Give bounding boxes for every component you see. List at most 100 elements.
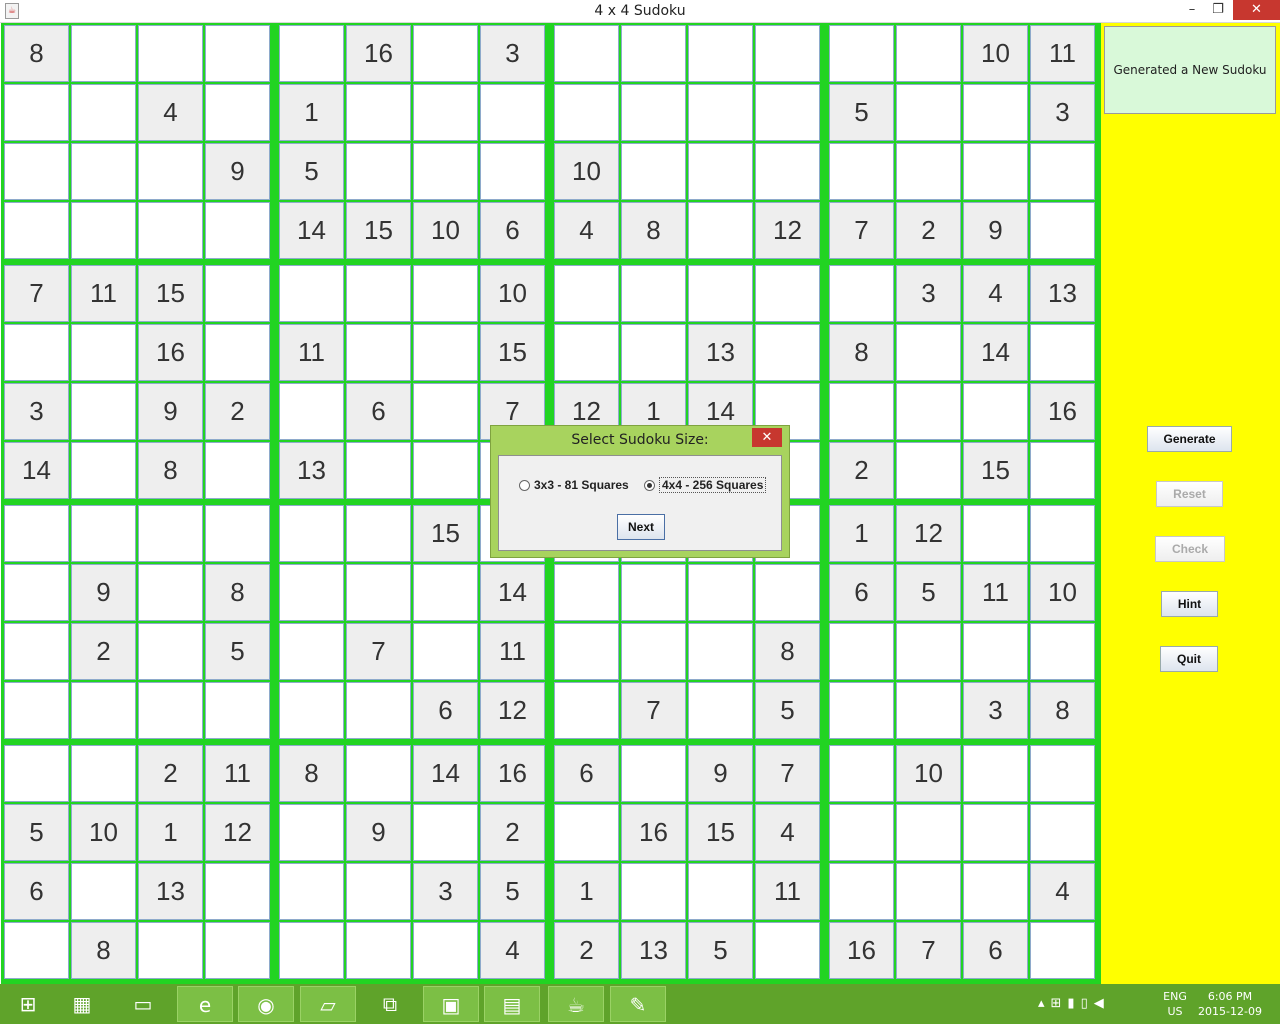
sudoku-cell[interactable] (346, 505, 411, 562)
sudoku-cell[interactable] (205, 682, 270, 739)
sudoku-cell[interactable] (621, 265, 686, 322)
sudoku-cell[interactable] (413, 804, 478, 861)
sudoku-cell[interactable] (621, 84, 686, 141)
sudoku-cell[interactable]: 16 (346, 25, 411, 82)
sudoku-cell[interactable] (829, 804, 894, 861)
sudoku-cell[interactable] (413, 25, 478, 82)
sudoku-cell[interactable] (138, 25, 203, 82)
sudoku-cell[interactable]: 13 (1030, 265, 1095, 322)
sudoku-cell[interactable]: 5 (755, 682, 820, 739)
sudoku-cell[interactable] (1030, 202, 1095, 259)
sudoku-cell[interactable]: 8 (138, 442, 203, 499)
file-explorer-icon[interactable]: ▤ (484, 986, 540, 1022)
sudoku-cell[interactable] (346, 324, 411, 381)
sudoku-cell[interactable] (4, 324, 69, 381)
sudoku-cell[interactable] (71, 682, 136, 739)
next-button[interactable]: Next (617, 514, 665, 540)
sudoku-cell[interactable] (138, 922, 203, 979)
sudoku-cell[interactable]: 3 (480, 25, 545, 82)
dialog-close-button[interactable]: ✕ (752, 428, 782, 447)
sudoku-cell[interactable] (621, 863, 686, 920)
sudoku-cell[interactable] (1030, 804, 1095, 861)
sudoku-cell[interactable]: 16 (829, 922, 894, 979)
sudoku-cell[interactable]: 3 (1030, 84, 1095, 141)
sudoku-cell[interactable] (413, 564, 478, 621)
sudoku-cell[interactable] (755, 25, 820, 82)
sudoku-cell[interactable]: 14 (480, 564, 545, 621)
sudoku-cell[interactable] (4, 745, 69, 802)
sudoku-cell[interactable] (279, 623, 344, 680)
sudoku-cell[interactable] (205, 202, 270, 259)
sudoku-cell[interactable]: 6 (346, 383, 411, 440)
sudoku-cell[interactable]: 12 (480, 682, 545, 739)
sudoku-cell[interactable]: 5 (480, 863, 545, 920)
hint-button[interactable]: Hint (1161, 591, 1218, 617)
sudoku-cell[interactable]: 5 (829, 84, 894, 141)
java-icon[interactable]: ☕ (548, 986, 604, 1022)
sudoku-cell[interactable] (755, 564, 820, 621)
sudoku-cell[interactable] (138, 143, 203, 200)
sudoku-cell[interactable] (4, 143, 69, 200)
sudoku-cell[interactable]: 3 (4, 383, 69, 440)
sudoku-cell[interactable] (829, 623, 894, 680)
sudoku-cell[interactable] (480, 84, 545, 141)
sudoku-cell[interactable]: 5 (279, 143, 344, 200)
sudoku-cell[interactable]: 6 (4, 863, 69, 920)
sudoku-cell[interactable] (346, 564, 411, 621)
sudoku-cell[interactable] (205, 84, 270, 141)
sudoku-cell[interactable]: 14 (963, 324, 1028, 381)
sudoku-cell[interactable]: 12 (755, 202, 820, 259)
sudoku-cell[interactable] (205, 922, 270, 979)
chrome-icon[interactable]: ◉ (238, 986, 294, 1022)
sudoku-cell[interactable]: 14 (4, 442, 69, 499)
sudoku-cell[interactable]: 15 (480, 324, 545, 381)
sudoku-cell[interactable]: 13 (279, 442, 344, 499)
sudoku-cell[interactable] (755, 143, 820, 200)
sudoku-cell[interactable]: 15 (138, 265, 203, 322)
sudoku-cell[interactable]: 3 (413, 863, 478, 920)
sudoku-cell[interactable]: 4 (963, 265, 1028, 322)
sudoku-cell[interactable]: 7 (896, 922, 961, 979)
sudoku-cell[interactable] (963, 143, 1028, 200)
sudoku-cell[interactable] (413, 442, 478, 499)
sudoku-cell[interactable] (346, 922, 411, 979)
sudoku-cell[interactable] (688, 202, 753, 259)
sudoku-cell[interactable] (279, 265, 344, 322)
radio-checked-icon[interactable] (644, 480, 655, 492)
sudoku-cell[interactable] (621, 25, 686, 82)
sudoku-cell[interactable] (413, 84, 478, 141)
sudoku-cell[interactable] (413, 623, 478, 680)
radio-unchecked-icon[interactable] (519, 480, 530, 492)
clock[interactable]: 6:06 PM 2015-12-09 (1195, 984, 1265, 1029)
sudoku-cell[interactable]: 7 (621, 682, 686, 739)
sudoku-cell[interactable]: 4 (480, 922, 545, 979)
radio-4x4-label[interactable]: 4x4 - 256 Squares (659, 477, 767, 493)
sudoku-cell[interactable] (138, 505, 203, 562)
sudoku-cell[interactable]: 2 (829, 442, 894, 499)
sudoku-cell[interactable] (829, 25, 894, 82)
sudoku-cell[interactable]: 2 (896, 202, 961, 259)
sudoku-cell[interactable] (1030, 324, 1095, 381)
sudoku-cell[interactable]: 1 (829, 505, 894, 562)
sudoku-cell[interactable]: 10 (554, 143, 619, 200)
sudoku-cell[interactable] (346, 682, 411, 739)
language-indicator[interactable]: ENG US (1158, 984, 1192, 1029)
sudoku-cell[interactable] (71, 324, 136, 381)
sudoku-cell[interactable]: 2 (554, 922, 619, 979)
sudoku-cell[interactable] (1030, 922, 1095, 979)
sudoku-cell[interactable] (755, 84, 820, 141)
sudoku-cell[interactable] (346, 745, 411, 802)
sudoku-cell[interactable]: 16 (621, 804, 686, 861)
sudoku-cell[interactable] (896, 25, 961, 82)
sudoku-cell[interactable]: 1 (138, 804, 203, 861)
sudoku-cell[interactable]: 8 (279, 745, 344, 802)
sudoku-cell[interactable] (71, 383, 136, 440)
sudoku-cell[interactable] (896, 682, 961, 739)
sudoku-cell[interactable] (413, 143, 478, 200)
sudoku-cell[interactable]: 1 (279, 84, 344, 141)
sudoku-cell[interactable] (279, 25, 344, 82)
sudoku-cell[interactable] (554, 804, 619, 861)
sudoku-cell[interactable] (1030, 623, 1095, 680)
sudoku-cell[interactable] (554, 324, 619, 381)
sudoku-cell[interactable]: 2 (480, 804, 545, 861)
